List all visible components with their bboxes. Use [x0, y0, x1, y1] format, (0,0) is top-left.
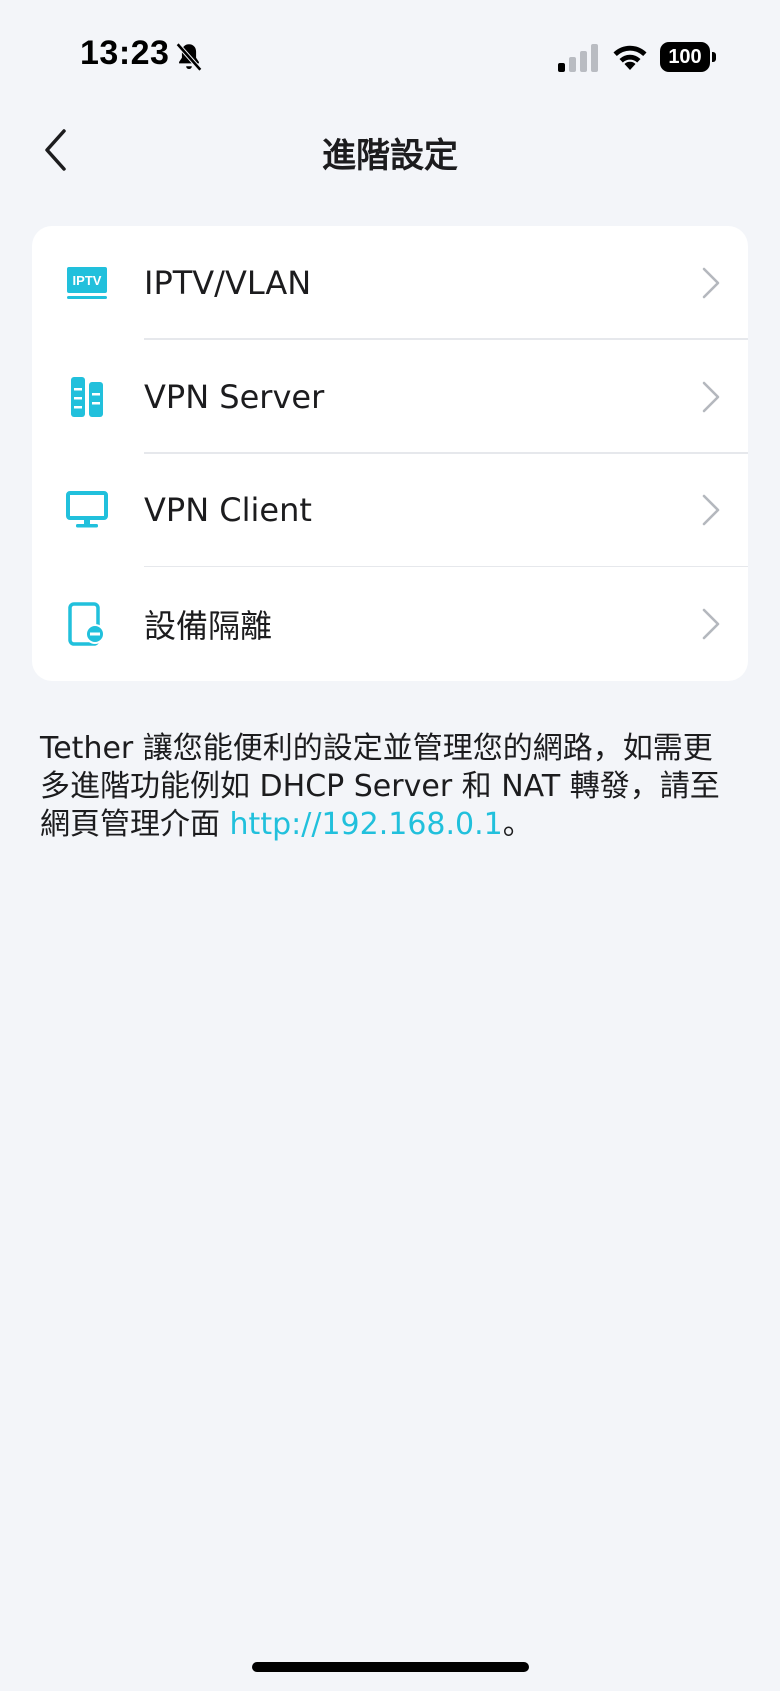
list-item-vpn-server[interactable]: VPN Server — [32, 340, 748, 454]
iptv-icon: IPTV — [66, 262, 108, 304]
monitor-icon — [66, 489, 108, 531]
chevron-right-icon — [702, 267, 720, 299]
chevron-right-icon — [702, 495, 720, 526]
cellular-signal-icon — [558, 44, 598, 72]
description-suffix: 。 — [502, 807, 533, 842]
battery-icon: 100 — [660, 42, 716, 72]
chevron-right-icon — [702, 608, 720, 640]
iptv-icon-text: IPTV — [73, 273, 102, 288]
list-item-label: VPN Server — [144, 377, 325, 416]
battery-level: 100 — [660, 42, 710, 72]
list-item-device-isolation[interactable]: 設備隔離 — [32, 567, 748, 681]
status-bar: 13:23 100 — [0, 0, 780, 112]
list-item-label: IPTV/VLAN — [144, 263, 312, 302]
vpn-server-icon — [66, 376, 108, 418]
status-time: 13:23 — [80, 34, 170, 72]
list-item-vpn-client[interactable]: VPN Client — [32, 454, 748, 568]
device-isolation-icon — [66, 602, 108, 646]
description-text: Tether 讓您能便利的設定並管理您的網路，如需更多進階功能例如 DHCP S… — [40, 730, 740, 844]
page-title: 進階設定 — [322, 136, 458, 176]
navigation-bar: 進階設定 — [0, 112, 780, 188]
web-management-link[interactable]: http://192.168.0.1 — [230, 807, 503, 842]
wifi-icon — [613, 45, 647, 70]
list-item-label: 設備隔離 — [144, 607, 273, 646]
settings-list: IPTV IPTV/VLAN VPN Server VPN Client 設備隔… — [32, 226, 748, 681]
bell-slash-icon — [175, 42, 203, 72]
chevron-right-icon — [702, 381, 720, 412]
list-item-iptv-vlan[interactable]: IPTV IPTV/VLAN — [32, 226, 748, 340]
list-item-label: VPN Client — [144, 491, 312, 530]
home-indicator[interactable] — [252, 1662, 529, 1672]
